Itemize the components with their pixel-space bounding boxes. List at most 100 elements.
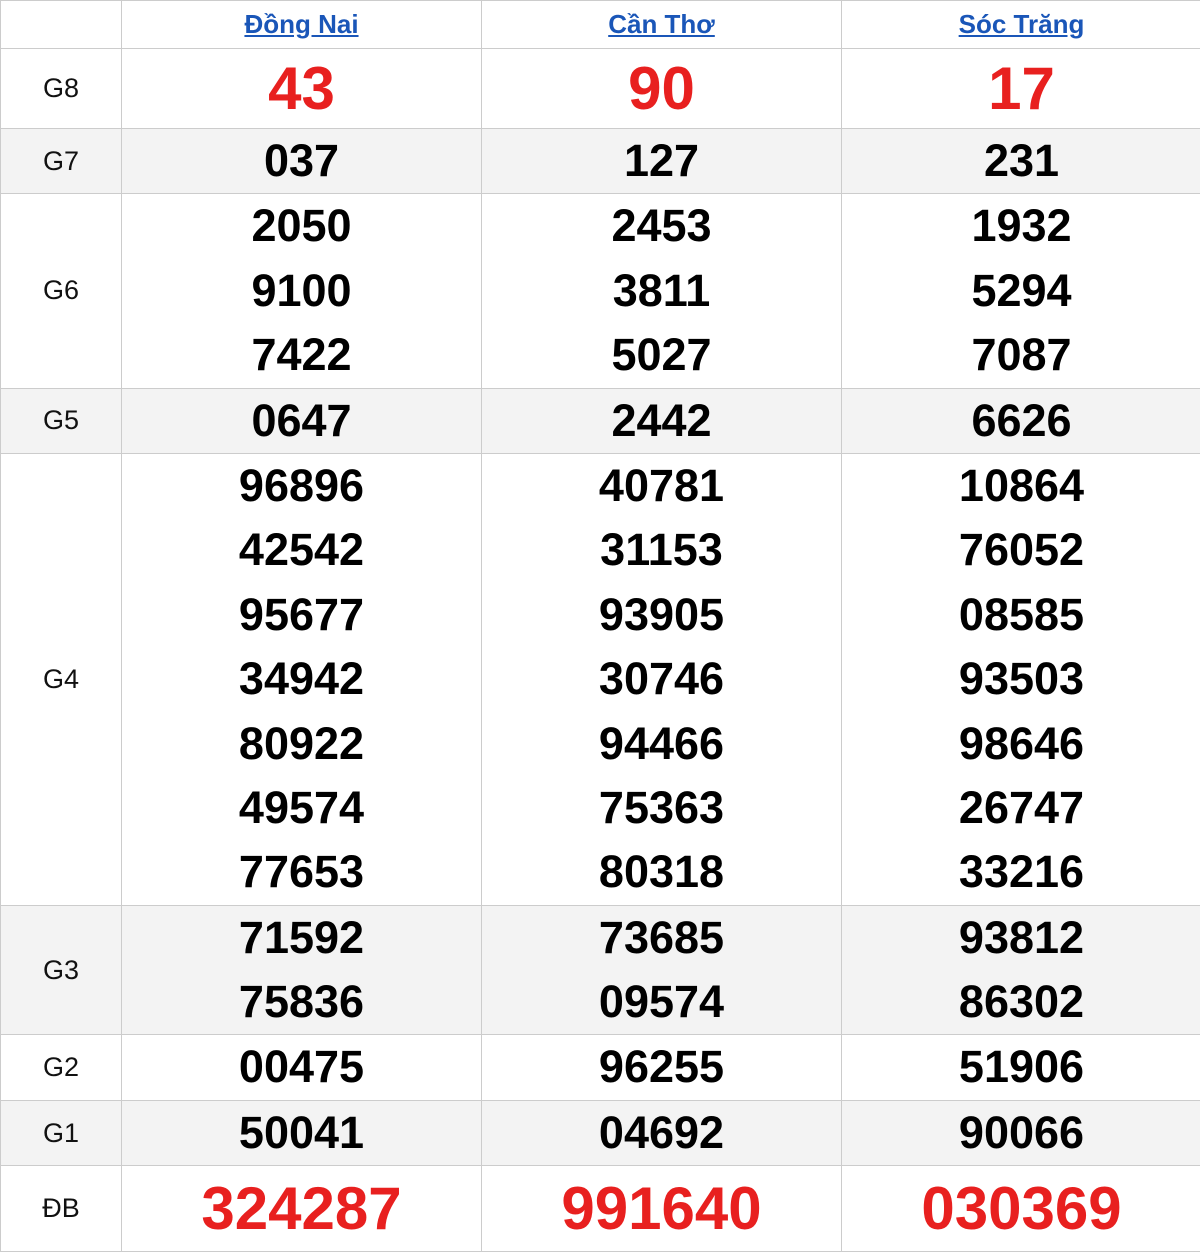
result-cell: 40781 31153 93905 30746 94466 75363 8031… xyxy=(482,453,842,905)
result-cell: 2050 9100 7422 xyxy=(122,194,482,388)
province-link-soc-trang[interactable]: Sóc Trăng xyxy=(959,9,1085,39)
result-cell: 231 xyxy=(842,129,1200,194)
prize-label: G3 xyxy=(43,955,79,985)
result-number: 93503 xyxy=(959,647,1084,711)
result-cell: 00475 xyxy=(122,1035,482,1100)
result-cell: 50041 xyxy=(122,1100,482,1165)
result-cell: 0647 xyxy=(122,388,482,453)
result-number: 5294 xyxy=(971,259,1071,323)
prize-label: G5 xyxy=(43,405,79,435)
result-number: 127 xyxy=(624,129,699,193)
result-cell: 17 xyxy=(842,49,1200,129)
result-cell: 6626 xyxy=(842,388,1200,453)
result-number: 42542 xyxy=(239,518,364,582)
result-cell: 51906 xyxy=(842,1035,1200,1100)
prize-row-g7: G7 037 127 231 xyxy=(1,129,1200,194)
result-number: 98646 xyxy=(959,712,1084,776)
prize-label: G7 xyxy=(43,146,79,176)
result-cell: 1932 5294 7087 xyxy=(842,194,1200,388)
prize-label-cell: G5 xyxy=(1,388,122,453)
header-row: Đồng Nai Cần Thơ Sóc Trăng xyxy=(1,1,1200,49)
result-number: 90066 xyxy=(959,1101,1084,1165)
result-number: 2453 xyxy=(611,194,711,258)
prize-row-g3: G3 71592 75836 73685 09574 93812 86302 xyxy=(1,905,1200,1035)
result-number: 2050 xyxy=(251,194,351,258)
result-cell: 96896 42542 95677 34942 80922 49574 7765… xyxy=(122,453,482,905)
result-number: 71592 xyxy=(239,906,364,970)
result-number: 0647 xyxy=(251,389,351,453)
result-number: 6626 xyxy=(971,389,1071,453)
header-province-cell: Cần Thơ xyxy=(482,1,842,49)
result-number: 73685 xyxy=(599,906,724,970)
prize-label: G4 xyxy=(43,664,79,694)
result-number: 75363 xyxy=(599,776,724,840)
result-number: 43 xyxy=(268,49,335,128)
result-number: 49574 xyxy=(239,776,364,840)
prize-label: ĐB xyxy=(42,1193,80,1223)
result-cell: 127 xyxy=(482,129,842,194)
prize-label: G6 xyxy=(43,275,79,305)
prize-row-g1: G1 50041 04692 90066 xyxy=(1,1100,1200,1165)
result-number: 231 xyxy=(984,129,1059,193)
prize-label-cell: G3 xyxy=(1,905,122,1035)
result-number: 76052 xyxy=(959,518,1084,582)
result-cell: 71592 75836 xyxy=(122,905,482,1035)
result-number: 7087 xyxy=(971,323,1071,387)
prize-row-g6: G6 2050 9100 7422 2453 3811 5027 1932 52… xyxy=(1,194,1200,388)
result-number: 50041 xyxy=(239,1101,364,1165)
prize-row-g5: G5 0647 2442 6626 xyxy=(1,388,1200,453)
prize-label-cell: ĐB xyxy=(1,1166,122,1252)
prize-label: G1 xyxy=(43,1118,79,1148)
result-cell: 43 xyxy=(122,49,482,129)
prize-label-cell: G2 xyxy=(1,1035,122,1100)
result-number: 86302 xyxy=(959,970,1084,1034)
result-number: 90 xyxy=(628,49,695,128)
result-number: 17 xyxy=(988,49,1055,128)
prize-label-cell: G6 xyxy=(1,194,122,388)
result-cell: 324287 xyxy=(122,1166,482,1252)
result-number: 31153 xyxy=(600,518,723,582)
prize-row-g8: G8 43 90 17 xyxy=(1,49,1200,129)
result-number: 00475 xyxy=(239,1035,364,1099)
prize-row-g4: G4 96896 42542 95677 34942 80922 49574 7… xyxy=(1,453,1200,905)
result-number: 2442 xyxy=(611,389,711,453)
result-number: 09574 xyxy=(599,970,724,1034)
result-number: 40781 xyxy=(599,454,724,518)
result-number: 037 xyxy=(264,129,339,193)
prize-label-cell: G4 xyxy=(1,453,122,905)
result-number: 7422 xyxy=(251,323,351,387)
result-number: 10864 xyxy=(959,454,1084,518)
result-cell: 991640 xyxy=(482,1166,842,1252)
header-province-cell: Sóc Trăng xyxy=(842,1,1200,49)
result-number: 80318 xyxy=(599,840,724,904)
result-cell: 90 xyxy=(482,49,842,129)
lottery-results-table: Đồng Nai Cần Thơ Sóc Trăng G8 43 90 17 G… xyxy=(0,0,1200,1252)
result-cell: 037 xyxy=(122,129,482,194)
result-cell: 2442 xyxy=(482,388,842,453)
result-number: 26747 xyxy=(959,776,1084,840)
result-number: 93905 xyxy=(599,583,724,647)
special-prize-number: 030369 xyxy=(921,1166,1121,1251)
result-number: 04692 xyxy=(599,1101,724,1165)
prize-label: G2 xyxy=(43,1052,79,1082)
prize-label: G8 xyxy=(43,73,79,103)
province-link-dong-nai[interactable]: Đồng Nai xyxy=(244,9,358,39)
result-number: 34942 xyxy=(239,647,364,711)
result-cell: 90066 xyxy=(842,1100,1200,1165)
result-cell: 73685 09574 xyxy=(482,905,842,1035)
result-cell: 96255 xyxy=(482,1035,842,1100)
prize-label-cell: G1 xyxy=(1,1100,122,1165)
result-number: 94466 xyxy=(599,712,724,776)
result-number: 96255 xyxy=(599,1035,724,1099)
prize-label-cell: G7 xyxy=(1,129,122,194)
result-number: 93812 xyxy=(959,906,1084,970)
prize-row-special: ĐB 324287 991640 030369 xyxy=(1,1166,1200,1252)
result-number: 51906 xyxy=(959,1035,1084,1099)
special-prize-number: 991640 xyxy=(561,1166,761,1251)
province-link-can-tho[interactable]: Cần Thơ xyxy=(608,9,715,39)
prize-label-cell: G8 xyxy=(1,49,122,129)
result-number: 95677 xyxy=(239,583,364,647)
result-number: 30746 xyxy=(599,647,724,711)
result-number: 77653 xyxy=(239,840,364,904)
header-province-cell: Đồng Nai xyxy=(122,1,482,49)
